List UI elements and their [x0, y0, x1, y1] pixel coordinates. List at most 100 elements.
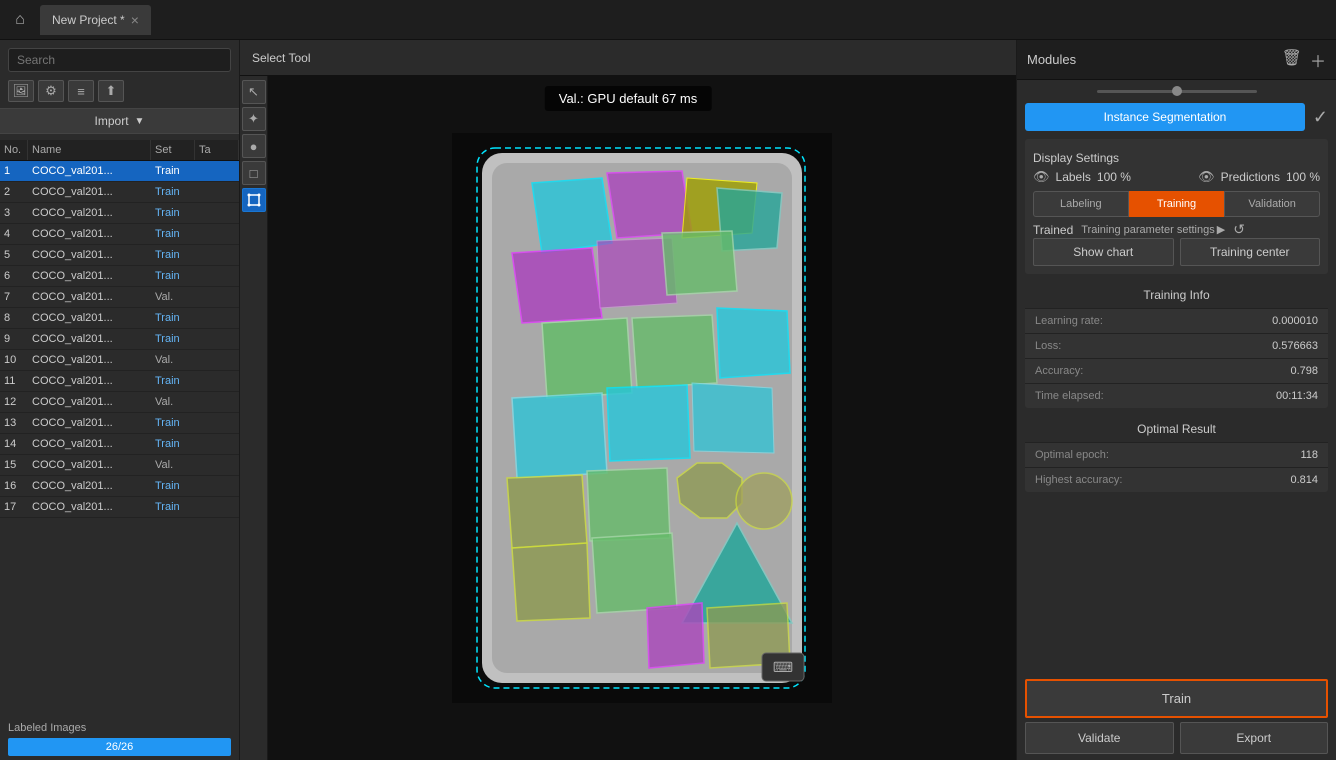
- row-name: COCO_val201...: [28, 476, 151, 496]
- display-settings: Display Settings 👁 Labels 100 % 👁 Predic…: [1025, 139, 1328, 274]
- val-badge: Val.: GPU default 67 ms: [545, 86, 712, 111]
- modules-icons: 🗑 ＋: [1282, 48, 1326, 72]
- row-set: Train: [151, 476, 195, 496]
- upload-icon[interactable]: ⬆: [98, 80, 124, 102]
- row-set: Train: [151, 371, 195, 391]
- optimal-result-title: Optimal Result: [1025, 416, 1328, 443]
- select-tool-label: Select Tool: [252, 51, 310, 65]
- row-ta: [195, 350, 239, 370]
- row-name: COCO_val201...: [28, 203, 151, 223]
- row-ta: [195, 161, 239, 181]
- slider-track[interactable]: [1097, 90, 1257, 93]
- labeled-images-title: Labeled Images: [8, 722, 231, 734]
- info-val: 0.576663: [1272, 340, 1318, 352]
- table-row[interactable]: 5 COCO_val201... Train: [0, 245, 239, 266]
- row-no: 13: [0, 413, 28, 433]
- table-row[interactable]: 14 COCO_val201... Train: [0, 434, 239, 455]
- trash-icon[interactable]: 🗑: [1282, 48, 1302, 72]
- row-ta: [195, 224, 239, 244]
- tab-validation[interactable]: Validation: [1224, 191, 1320, 217]
- table-body: 1 COCO_val201... Train 2 COCO_val201... …: [0, 161, 239, 518]
- validate-button[interactable]: Validate: [1025, 722, 1174, 754]
- eye-predictions-icon[interactable]: 👁: [1198, 169, 1215, 185]
- table-row[interactable]: 16 COCO_val201... Train: [0, 476, 239, 497]
- list-icon[interactable]: ≡: [68, 80, 94, 102]
- tab-labeling[interactable]: Labeling: [1033, 191, 1129, 217]
- tab-training[interactable]: Training: [1129, 191, 1225, 217]
- row-set: Train: [151, 329, 195, 349]
- table-row[interactable]: 11 COCO_val201... Train: [0, 371, 239, 392]
- info-val: 118: [1300, 449, 1318, 461]
- table-row[interactable]: 12 COCO_val201... Val.: [0, 392, 239, 413]
- search-input[interactable]: [8, 48, 231, 72]
- col-ta: Ta: [195, 140, 239, 160]
- inst-seg-row: Instance Segmentation ✓: [1025, 103, 1328, 131]
- table-row[interactable]: 9 COCO_val201... Train: [0, 329, 239, 350]
- import-button[interactable]: Import ▼: [0, 108, 239, 134]
- row-no: 10: [0, 350, 28, 370]
- slider-row: [1025, 88, 1328, 95]
- stamp-tool[interactable]: ●: [242, 134, 266, 158]
- training-info-row: Time elapsed:00:11:34: [1025, 384, 1328, 408]
- row-ta: [195, 245, 239, 265]
- training-center-button[interactable]: Training center: [1180, 238, 1321, 266]
- table-row[interactable]: 6 COCO_val201... Train: [0, 266, 239, 287]
- magic-wand-tool[interactable]: ✦: [242, 107, 266, 131]
- rect-tool[interactable]: □: [242, 161, 266, 185]
- table-row[interactable]: 1 COCO_val201... Train: [0, 161, 239, 182]
- row-set: Train: [151, 308, 195, 328]
- optimal-result-section: Optimal Result Optimal epoch:118Highest …: [1025, 416, 1328, 492]
- row-name: COCO_val201...: [28, 413, 151, 433]
- show-chart-button[interactable]: Show chart: [1033, 238, 1174, 266]
- row-set: Train: [151, 266, 195, 286]
- right-content: Instance Segmentation ✓ Display Settings…: [1017, 80, 1336, 673]
- row-set: Train: [151, 413, 195, 433]
- progress-bar: 26/26: [8, 738, 231, 756]
- table-row[interactable]: 3 COCO_val201... Train: [0, 203, 239, 224]
- cursor-tool[interactable]: ↖: [242, 80, 266, 104]
- info-key: Loss:: [1035, 340, 1272, 352]
- polygon-tool[interactable]: [242, 188, 266, 212]
- annotation-svg: ⌨: [452, 133, 832, 703]
- trained-row: Trained Training parameter settings ▶ ↺: [1033, 221, 1320, 238]
- canvas-image: ⌨: [452, 133, 832, 703]
- bottom-buttons: Train Validate Export: [1017, 673, 1336, 760]
- instance-segmentation-button[interactable]: Instance Segmentation: [1025, 103, 1305, 131]
- row-no: 2: [0, 182, 28, 202]
- table-row[interactable]: 7 COCO_val201... Val.: [0, 287, 239, 308]
- table-row[interactable]: 2 COCO_val201... Train: [0, 182, 239, 203]
- table-row[interactable]: 4 COCO_val201... Train: [0, 224, 239, 245]
- row-name: COCO_val201...: [28, 455, 151, 475]
- row-no: 16: [0, 476, 28, 496]
- predictions-label: Predictions: [1221, 170, 1280, 184]
- svg-text:⌨: ⌨: [773, 659, 793, 675]
- training-info-row: Accuracy:0.798: [1025, 359, 1328, 384]
- project-tab[interactable]: New Project * ×: [40, 5, 151, 35]
- table-row[interactable]: 8 COCO_val201... Train: [0, 308, 239, 329]
- main-layout: 🖼 ⚙ ≡ ⬆ Import ▼ No. Name Set Ta 1 COCO_…: [0, 40, 1336, 760]
- export-button[interactable]: Export: [1180, 722, 1329, 754]
- check-icon[interactable]: ✓: [1313, 107, 1328, 128]
- history-icon[interactable]: ↺: [1233, 221, 1245, 238]
- image-icon[interactable]: 🖼: [8, 80, 34, 102]
- file-table: No. Name Set Ta 1 COCO_val201... Train 2…: [0, 140, 239, 716]
- row-no: 7: [0, 287, 28, 307]
- info-key: Learning rate:: [1035, 315, 1272, 327]
- train-button[interactable]: Train: [1025, 679, 1328, 718]
- row-no: 5: [0, 245, 28, 265]
- table-row[interactable]: 10 COCO_val201... Val.: [0, 350, 239, 371]
- labels-label: Labels: [1056, 170, 1091, 184]
- row-ta: [195, 434, 239, 454]
- table-row[interactable]: 13 COCO_val201... Train: [0, 413, 239, 434]
- info-val: 0.798: [1290, 365, 1318, 377]
- home-icon[interactable]: ⌂: [8, 8, 32, 32]
- param-settings-link[interactable]: Training parameter settings ▶: [1081, 223, 1225, 236]
- table-row[interactable]: 17 COCO_val201... Train: [0, 497, 239, 518]
- import-label: Import: [95, 114, 129, 128]
- tab-close-icon[interactable]: ×: [131, 12, 139, 28]
- slider-thumb[interactable]: [1172, 86, 1182, 96]
- table-row[interactable]: 15 COCO_val201... Val.: [0, 455, 239, 476]
- add-module-icon[interactable]: ＋: [1310, 48, 1326, 72]
- filter-icon[interactable]: ⚙: [38, 80, 64, 102]
- eye-labels-icon[interactable]: 👁: [1033, 169, 1050, 185]
